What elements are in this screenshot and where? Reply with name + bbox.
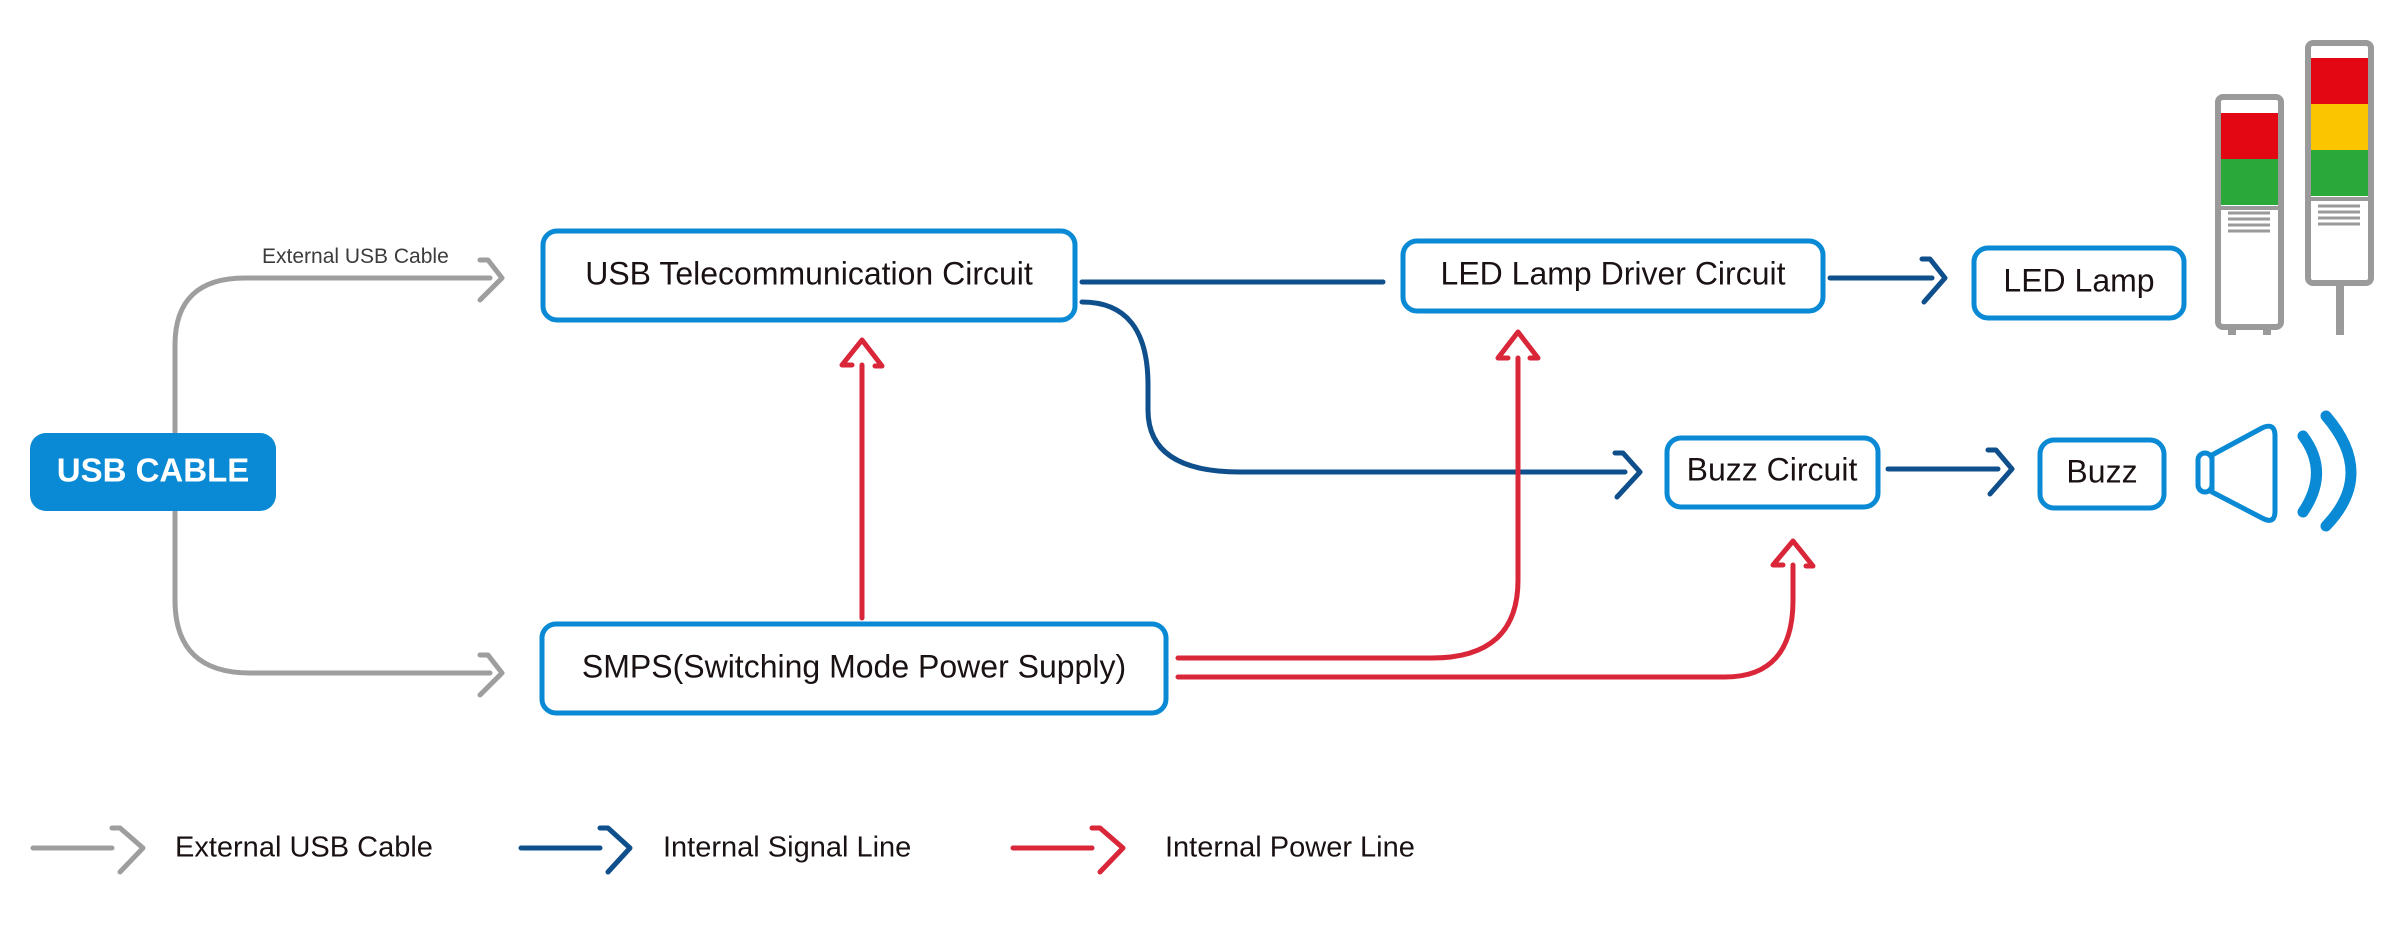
- power-arrowhead-to-usb-telecom: [839, 337, 885, 369]
- legend-item-signal: Internal Signal Line: [518, 825, 911, 875]
- tower-3-red-light: [2311, 58, 2368, 104]
- tower-3-yellow-light: [2311, 104, 2368, 150]
- led-lamp-node[interactable]: LED Lamp: [1971, 245, 2187, 321]
- usb-cable-node[interactable]: USB CABLE: [30, 433, 276, 511]
- sound-wave-outer: [2320, 410, 2357, 532]
- tower-2-red-light: [2221, 113, 2278, 159]
- sound-wave-inner: [2297, 430, 2322, 518]
- legend: External USB Cable Internal Signal Line …: [30, 825, 1415, 875]
- legend-power-label: Internal Power Line: [1165, 832, 1415, 864]
- power-arrowhead-to-buzz-circuit: [1770, 538, 1816, 569]
- tower-3-green-light: [2311, 150, 2368, 196]
- led-driver-node[interactable]: LED Lamp Driver Circuit: [1400, 238, 1826, 314]
- legend-external-label: External USB Cable: [175, 832, 433, 864]
- speaker-sound-icon: [2195, 410, 2357, 532]
- legend-power-arrowhead-icon: [1089, 825, 1126, 875]
- external-line-to-smps: [172, 507, 493, 676]
- signal-arrowhead-to-buzz: [1985, 447, 2015, 497]
- buzz-node[interactable]: Buzz: [2037, 437, 2167, 511]
- signal-line-usb-to-buzz-circuit: [1079, 299, 1628, 475]
- legend-item-external: External USB Cable: [30, 825, 433, 875]
- tower-2-green-light: [2221, 159, 2278, 205]
- power-arrowhead-to-led-driver: [1495, 329, 1541, 361]
- smps-label: SMPS(Switching Mode Power Supply): [582, 648, 1126, 684]
- led-lamp-label: LED Lamp: [2003, 262, 2154, 298]
- led-driver-label: LED Lamp Driver Circuit: [1441, 255, 1786, 291]
- buzz-label: Buzz: [2066, 453, 2137, 489]
- buzz-circuit-label: Buzz Circuit: [1687, 451, 1858, 487]
- usb-telecom-node[interactable]: USB Telecommunication Circuit: [540, 228, 1078, 323]
- legend-item-power: Internal Power Line: [1010, 825, 1415, 875]
- signal-arrowhead-to-buzz-circuit: [1612, 450, 1643, 500]
- external-line-to-usb-telecom: [172, 275, 493, 435]
- block-diagram: External USB Cable USB CABLE USB Telecom…: [30, 40, 2374, 875]
- legend-external-arrowhead-icon: [109, 825, 146, 875]
- legend-signal-arrowhead-icon: [597, 825, 633, 875]
- buzz-circuit-node[interactable]: Buzz Circuit: [1664, 435, 1881, 510]
- signal-tower-2-tier-icon: [2215, 94, 2284, 335]
- usb-cable-label: USB CABLE: [57, 452, 250, 489]
- power-line-smps-to-led-driver: [1175, 355, 1521, 661]
- usb-telecom-label: USB Telecommunication Circuit: [585, 255, 1033, 291]
- signal-tower-3-tier-icon: [2305, 40, 2374, 335]
- external-usb-cable-edge-label: External USB Cable: [262, 245, 449, 268]
- legend-signal-label: Internal Signal Line: [663, 832, 911, 864]
- smps-node[interactable]: SMPS(Switching Mode Power Supply): [539, 621, 1169, 716]
